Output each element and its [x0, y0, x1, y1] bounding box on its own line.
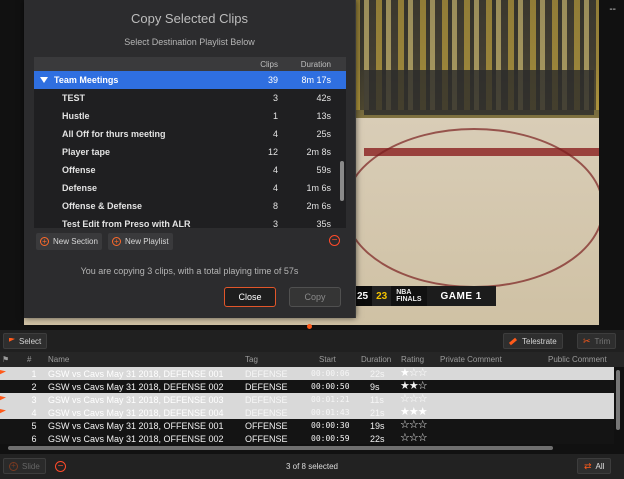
- pencil-icon: [508, 337, 518, 345]
- new-section-button[interactable]: + New Section: [36, 233, 102, 250]
- playlist-row[interactable]: Defense 4 1m 6s: [34, 179, 346, 197]
- trim-label: Trim: [594, 336, 611, 346]
- column-number[interactable]: #: [27, 355, 31, 364]
- plus-circle-icon: +: [40, 237, 49, 246]
- flag-icon[interactable]: [0, 409, 6, 414]
- selected-count: 3 of 8 selected: [285, 462, 339, 471]
- table-row[interactable]: 1 GSW vs Cavs May 31 2018, DEFENSE 001 D…: [0, 367, 614, 380]
- finals-logo: NBA FINALS: [391, 286, 427, 306]
- column-duration[interactable]: Duration: [361, 355, 391, 364]
- playlist-row[interactable]: Offense 4 59s: [34, 161, 346, 179]
- column-private-comment[interactable]: Private Comment: [440, 355, 502, 364]
- score-right: 23: [372, 286, 392, 306]
- minus-circle-icon[interactable]: −: [329, 235, 340, 246]
- playlist-section-team-meetings[interactable]: Team Meetings 39 8m 17s: [34, 71, 346, 89]
- new-section-label: New Section: [53, 237, 98, 246]
- column-public-comment[interactable]: Public Comment: [548, 355, 607, 364]
- score-bug: 25 23 NBA FINALS GAME 1: [353, 286, 496, 306]
- section-clips: 39: [267, 75, 278, 85]
- column-duration[interactable]: Duration: [284, 60, 339, 69]
- table-row[interactable]: 2 GSW vs Cavs May 31 2018, DEFENSE 002 D…: [0, 380, 614, 393]
- clip-footer: + Slide − 3 of 8 selected ⇄ All: [0, 454, 624, 479]
- scissors-icon: ✂: [583, 335, 591, 346]
- select-button[interactable]: Select: [3, 333, 48, 349]
- flag-icon[interactable]: [0, 370, 6, 375]
- column-rating[interactable]: Rating: [401, 355, 424, 364]
- playlist-row[interactable]: Offense & Defense 8 2m 6s: [34, 197, 346, 215]
- trim-button[interactable]: ✂ Trim: [577, 333, 617, 349]
- star-rating[interactable]: ☆☆☆: [400, 433, 428, 444]
- flag-icon: [9, 337, 15, 342]
- star-rating[interactable]: ★★★: [400, 407, 428, 418]
- disclosure-triangle-icon[interactable]: [40, 77, 48, 83]
- playlist-row[interactable]: TEST 3 42s: [34, 89, 346, 107]
- copy-button[interactable]: Copy: [289, 287, 341, 307]
- star-rating[interactable]: ★★☆: [400, 381, 428, 392]
- app-window: 25 23 NBA FINALS GAME 1 -- Copy Selected…: [0, 0, 624, 479]
- playhead-marker[interactable]: [307, 324, 312, 329]
- game-label: GAME 1: [426, 286, 496, 306]
- copy-summary: You are copying 3 clips, with a total pl…: [80, 266, 299, 276]
- swap-arrows-icon: ⇄: [584, 460, 592, 471]
- column-tag[interactable]: Tag: [245, 355, 258, 364]
- new-playlist-label: New Playlist: [125, 237, 169, 246]
- telestrate-label: Telestrate: [522, 336, 557, 346]
- all-button[interactable]: ⇄ All: [577, 458, 612, 474]
- playlist-scrollbar[interactable]: [340, 161, 344, 201]
- column-clips[interactable]: Clips: [242, 60, 284, 69]
- playlist-row[interactable]: Player tape 12 2m 8s: [34, 143, 346, 161]
- table-row[interactable]: 3 GSW vs Cavs May 31 2018, DEFENSE 003 D…: [0, 393, 614, 406]
- clip-table-header: ⚑ # Name Tag Start Duration Rating Priva…: [0, 352, 624, 367]
- telestrate-button[interactable]: Telestrate: [503, 333, 563, 349]
- dialog-subtitle: Select Destination Playlist Below: [124, 37, 255, 47]
- video-court-line: [344, 128, 599, 288]
- playlist-row[interactable]: All Off for thurs meeting 4 25s: [34, 125, 346, 143]
- star-rating[interactable]: ★☆☆: [400, 368, 428, 379]
- video-bench: [364, 70, 594, 115]
- section-duration: 8m 17s: [301, 75, 331, 85]
- clip-table-body[interactable]: 1 GSW vs Cavs May 31 2018, DEFENSE 001 D…: [0, 367, 614, 444]
- clip-toolbar: Select Telestrate ✂ Trim: [0, 330, 624, 352]
- playlist-table[interactable]: Clips Duration Team Meetings 39 8m 17s T…: [34, 57, 346, 228]
- clip-table-vertical-scrollbar[interactable]: [616, 370, 620, 430]
- select-label: Select: [19, 336, 42, 346]
- column-flag[interactable]: ⚑: [2, 355, 9, 364]
- new-playlist-button[interactable]: + New Playlist: [108, 233, 173, 250]
- playlist-row[interactable]: Test Edit from Preso with ALR 3 35s: [34, 215, 346, 228]
- copy-clips-dialog: Copy Selected Clips Select Destination P…: [24, 0, 356, 318]
- all-label: All: [595, 461, 605, 471]
- table-row[interactable]: 4 GSW vs Cavs May 31 2018, DEFENSE 004 D…: [0, 406, 614, 419]
- playlist-row[interactable]: Hustle 1 13s: [34, 107, 346, 125]
- star-rating[interactable]: ☆☆☆: [400, 420, 428, 431]
- dialog-title: Copy Selected Clips: [130, 11, 249, 26]
- table-row[interactable]: 5 GSW vs Cavs May 31 2018, OFFENSE 001 O…: [0, 419, 614, 432]
- clip-table-horizontal-scrollbar[interactable]: [8, 446, 553, 450]
- finals-logo-line1: NBA: [396, 289, 412, 296]
- plus-circle-icon: +: [112, 237, 121, 246]
- table-row[interactable]: 6 GSW vs Cavs May 31 2018, OFFENSE 002 O…: [0, 432, 614, 444]
- star-rating[interactable]: ☆☆☆: [400, 394, 428, 405]
- column-start[interactable]: Start: [319, 355, 336, 364]
- corner-mark: --: [609, 4, 616, 15]
- finals-logo-line2: FINALS: [396, 296, 422, 303]
- section-name: Team Meetings: [54, 75, 119, 85]
- flag-icon[interactable]: [0, 396, 6, 401]
- playlist-table-header: Clips Duration: [34, 57, 346, 71]
- column-name[interactable]: Name: [48, 355, 69, 364]
- close-button[interactable]: Close: [224, 287, 276, 307]
